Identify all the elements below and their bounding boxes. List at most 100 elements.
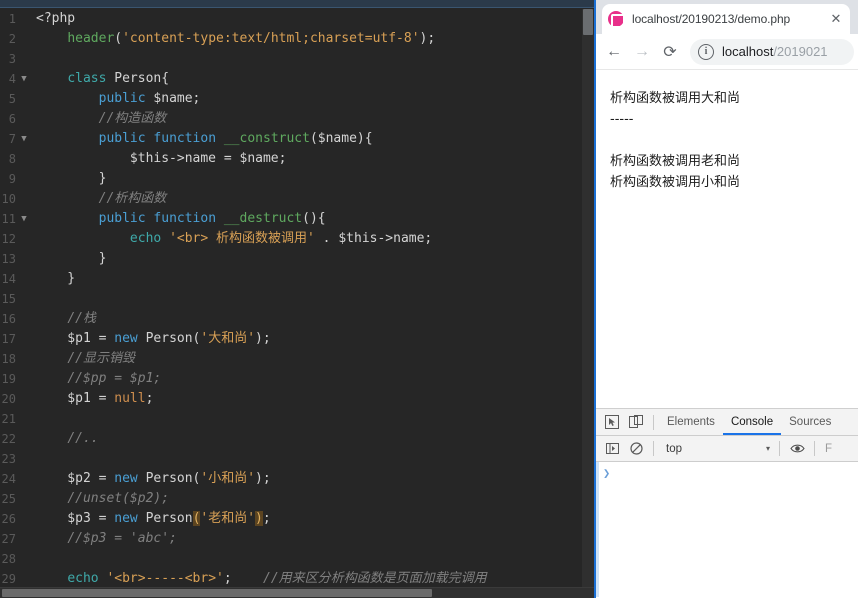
tab-console[interactable]: Console bbox=[723, 409, 781, 435]
clear-console-icon[interactable] bbox=[624, 437, 648, 461]
fold-arrow-icon[interactable]: ▼ bbox=[18, 69, 30, 89]
code-token: '老和尚' bbox=[200, 511, 256, 526]
code-line[interactable]: 6 //构造函数 bbox=[0, 109, 594, 129]
browser-tab[interactable]: localhost/20190213/demo.php ✕ bbox=[602, 4, 850, 34]
editor-vertical-scroll-thumb[interactable] bbox=[583, 9, 593, 35]
code-line[interactable]: 19 //$pp = $p1; bbox=[0, 369, 594, 389]
tab-sources[interactable]: Sources bbox=[781, 409, 839, 435]
code-line[interactable]: 29 echo '<br>-----<br>'; //用来区分析构函数是页面加载… bbox=[0, 569, 594, 589]
code-line[interactable]: 28 bbox=[0, 549, 594, 569]
code-line[interactable]: 10 //析构函数 bbox=[0, 189, 594, 209]
device-toolbar-icon[interactable] bbox=[624, 410, 648, 434]
fold-arrow-icon[interactable]: ▼ bbox=[18, 209, 30, 229]
code-line[interactable]: 22 //.. bbox=[0, 429, 594, 449]
code-line[interactable]: 11 ▼ public function __destruct(){ bbox=[0, 209, 594, 229]
line-number: 16 bbox=[1, 312, 16, 326]
code-line[interactable]: 15 bbox=[0, 289, 594, 309]
browser-tab-strip: localhost/20190213/demo.php ✕ bbox=[596, 0, 858, 34]
screen: 1 <?php 2 header('content-type:text/html;c… bbox=[0, 0, 858, 598]
forward-icon[interactable]: → bbox=[628, 38, 656, 66]
editor-title-bar bbox=[0, 0, 594, 8]
code-line[interactable]: 8 $this->name = $name; bbox=[0, 149, 594, 169]
code-line[interactable]: 16 //栈 bbox=[0, 309, 594, 329]
live-expression-eye-icon[interactable] bbox=[785, 437, 809, 461]
console-prompt-icon: ❯ bbox=[603, 466, 611, 480]
console-filter-input[interactable]: F bbox=[825, 443, 832, 455]
code-line[interactable]: 21 bbox=[0, 409, 594, 429]
code-token: new bbox=[114, 511, 138, 526]
code-token: new bbox=[114, 471, 138, 486]
close-icon[interactable]: ✕ bbox=[828, 11, 844, 27]
code-token: ) bbox=[255, 511, 263, 526]
code-line[interactable]: 2 header('content-type:text/html;charset… bbox=[0, 29, 594, 49]
fold-arrow-icon[interactable]: ▼ bbox=[18, 129, 30, 149]
code-line[interactable]: 3 bbox=[0, 49, 594, 69]
code-token: ); bbox=[419, 31, 436, 46]
code-line[interactable]: 18 //显示销毁 bbox=[0, 349, 594, 369]
code-line[interactable]: 13 } bbox=[0, 249, 594, 269]
line-number: 4 bbox=[8, 72, 16, 86]
tab-elements[interactable]: Elements bbox=[659, 409, 723, 435]
devtools-panel: Elements Console Sources top ▾ F ❯ bbox=[596, 408, 858, 598]
code-line[interactable]: 17 $p1 = new Person('大和尚'); bbox=[0, 329, 594, 349]
console-sidebar-icon[interactable] bbox=[600, 437, 624, 461]
code-line[interactable]: 4 ▼ class Person{ bbox=[0, 69, 594, 89]
code-line[interactable]: 1 <?php bbox=[0, 9, 594, 29]
code-line[interactable]: 9 } bbox=[0, 169, 594, 189]
code-token: ; bbox=[145, 391, 154, 406]
code-token: (){ bbox=[302, 211, 326, 226]
code-line[interactable]: 25 //unset($p2); bbox=[0, 489, 594, 509]
editor-vertical-scrollbar[interactable] bbox=[582, 9, 594, 587]
devtools-tab-bar: Elements Console Sources bbox=[596, 409, 858, 436]
toolbar-divider bbox=[653, 414, 654, 430]
code-token: //构造函数 bbox=[98, 111, 167, 126]
code-token: //显示销毁 bbox=[67, 351, 135, 366]
execution-context-select[interactable]: top ▾ bbox=[662, 439, 774, 458]
code-token: class bbox=[67, 71, 107, 86]
page-output-line: ----- bbox=[610, 112, 634, 127]
code-token: Person( bbox=[137, 331, 201, 346]
code-line[interactable]: 23 bbox=[0, 449, 594, 469]
code-line[interactable]: 24 $p2 = new Person('小和尚'); bbox=[0, 469, 594, 489]
code-line[interactable]: 27 //$p3 = 'abc'; bbox=[0, 529, 594, 549]
console-message-list[interactable]: ❯ bbox=[596, 462, 858, 597]
site-info-icon[interactable]: i bbox=[698, 43, 714, 60]
page-blank-line bbox=[610, 130, 844, 151]
reload-icon[interactable]: ⟳ bbox=[656, 38, 684, 66]
inspect-element-icon[interactable] bbox=[600, 410, 624, 434]
code-token: //用来区分析构函数是页面加载完调用 bbox=[263, 571, 487, 586]
code-token: ( bbox=[114, 31, 123, 46]
code-token: echo bbox=[67, 571, 99, 586]
code-line[interactable]: 14 } bbox=[0, 269, 594, 289]
code-token: ); bbox=[255, 331, 271, 346]
code-line[interactable]: 7 ▼ public function __construct($name){ bbox=[0, 129, 594, 149]
code-token: //析构函数 bbox=[98, 191, 167, 206]
code-line[interactable]: 20 $p1 = null; bbox=[0, 389, 594, 409]
code-token: '小和尚' bbox=[200, 471, 256, 486]
code-token: 'content-type:text/html;charset=utf-8' bbox=[122, 31, 420, 46]
code-token: '大和尚' bbox=[200, 331, 256, 346]
code-token: $this->name = $name; bbox=[36, 151, 287, 166]
code-token: ); bbox=[255, 471, 271, 486]
editor-horizontal-scrollbar[interactable] bbox=[0, 587, 594, 598]
code-editor-pane[interactable]: 1 <?php 2 header('content-type:text/html;c… bbox=[0, 0, 594, 598]
code-token: $name; bbox=[145, 91, 201, 106]
code-text-area[interactable]: 1 <?php 2 header('content-type:text/html;c… bbox=[0, 9, 594, 587]
address-bar-url: localhost/2019021 bbox=[722, 44, 828, 59]
line-number: 8 bbox=[8, 152, 16, 166]
new-tab-button[interactable] bbox=[852, 8, 858, 26]
address-bar[interactable]: i localhost/2019021 bbox=[690, 38, 854, 65]
code-line[interactable]: 12 echo '<br> 析构函数被调用' . $this->name; bbox=[0, 229, 594, 249]
code-line[interactable]: 5 public $name; bbox=[0, 89, 594, 109]
console-toolbar: top ▾ F bbox=[596, 436, 858, 462]
line-number: 5 bbox=[8, 92, 16, 106]
code-token: //unset($p2); bbox=[67, 491, 170, 506]
code-token: public function bbox=[98, 211, 217, 226]
back-icon[interactable]: ← bbox=[600, 38, 628, 66]
code-token: } bbox=[36, 271, 76, 286]
editor-horizontal-scroll-thumb[interactable] bbox=[2, 589, 432, 597]
code-line[interactable]: 26 $p3 = new Person('老和尚'); bbox=[0, 509, 594, 529]
